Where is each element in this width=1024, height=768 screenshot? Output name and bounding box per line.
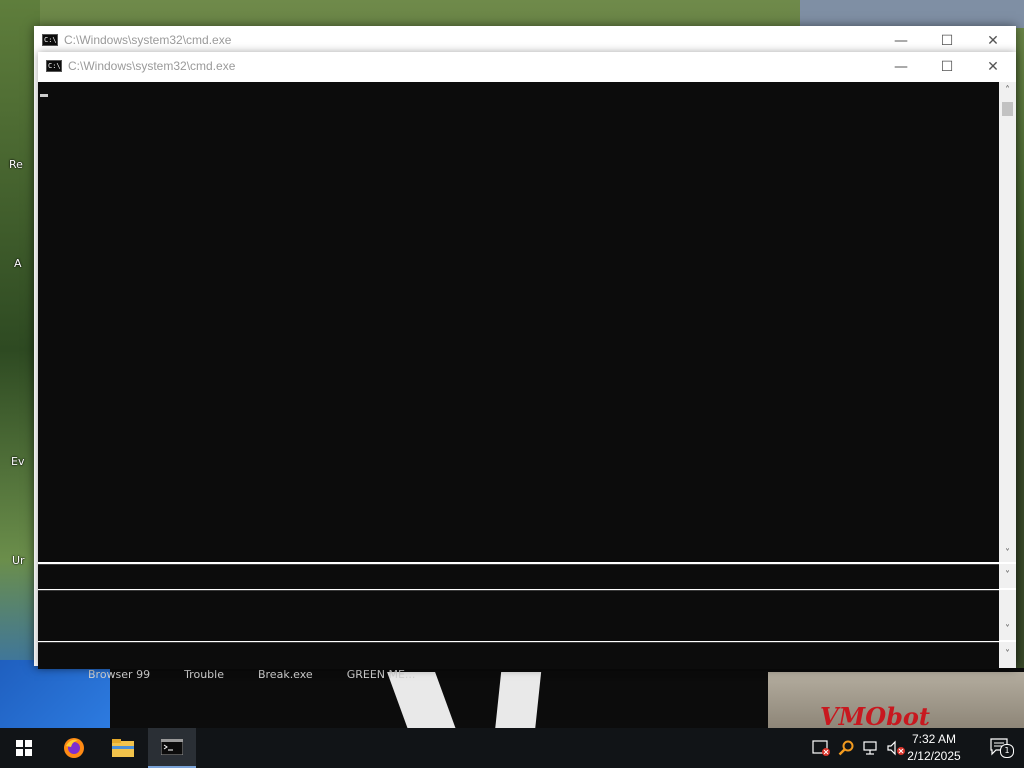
clock-time: 7:32 AM [911, 732, 957, 746]
hidden-desktop-icons: Browser 99 Trouble Break.exe GREEN ME... [88, 668, 415, 681]
scroll-down-icon[interactable]: ˅ [999, 564, 1016, 588]
desktop-icon-label[interactable]: A [14, 257, 22, 270]
scroll-down-icon[interactable]: ˅ [999, 545, 1016, 562]
scrollbar-thumb[interactable] [1002, 102, 1013, 116]
desktop-icon-label[interactable]: Ur [12, 554, 25, 567]
system-tray [812, 728, 906, 768]
network-icon[interactable] [862, 740, 878, 756]
wallpaper-stripe [494, 672, 542, 732]
wallpaper-logo-text: VMObot [820, 702, 930, 731]
console-pane[interactable] [38, 564, 999, 589]
notification-count-badge: 1 [1000, 744, 1014, 758]
firefox-icon [64, 738, 84, 758]
search-tool-icon[interactable] [838, 740, 854, 756]
scroll-up-icon[interactable]: ˄ [999, 82, 1016, 99]
security-alert-icon[interactable] [812, 740, 830, 756]
desktop-icon-label[interactable]: Trouble [184, 668, 224, 681]
title-bar[interactable]: C:\ C:\Windows\system32\cmd.exe — ☐ ✕ [38, 52, 1016, 82]
start-button[interactable] [0, 728, 48, 768]
window-title: C:\Windows\system32\cmd.exe [64, 33, 232, 47]
file-explorer-taskbar-button[interactable] [99, 728, 147, 768]
desktop-icon-label[interactable]: Ev [11, 455, 24, 468]
clock-date: 2/12/2025 [907, 749, 961, 763]
minimize-button[interactable]: — [878, 52, 924, 82]
scroll-down-icon[interactable]: ˅ [999, 590, 1016, 640]
action-center-button[interactable]: 1 [990, 738, 1014, 758]
console-pane[interactable] [38, 590, 999, 641]
scroll-down-icon[interactable]: ˅ [999, 642, 1016, 668]
desktop-icon-label[interactable]: GREEN ME... [347, 668, 416, 681]
windows-start-icon [16, 740, 32, 756]
cmd-icon: C:\ [46, 60, 62, 72]
file-explorer-icon [112, 739, 134, 757]
desktop-icon-label[interactable]: Browser 99 [88, 668, 150, 681]
cmd-icon [161, 739, 183, 755]
taskbar: 7:32 AM 2/12/2025 1 [0, 728, 1024, 768]
close-button[interactable]: ✕ [970, 52, 1016, 82]
console-output[interactable] [38, 82, 999, 562]
text-cursor [40, 94, 48, 97]
window-title: C:\Windows\system32\cmd.exe [68, 59, 236, 73]
taskbar-clock[interactable]: 7:32 AM 2/12/2025 [902, 731, 966, 765]
desktop-icon-label[interactable]: Re [9, 158, 23, 171]
cmd-icon: C:\ [42, 34, 58, 46]
desktop-icon-label[interactable]: Break.exe [258, 668, 313, 681]
vertical-scrollbar[interactable]: ˄ ˅ [999, 82, 1016, 562]
console-pane[interactable] [38, 642, 999, 669]
firefox-taskbar-button[interactable] [50, 728, 98, 768]
cmd-window-front[interactable]: C:\ C:\Windows\system32\cmd.exe — ☐ ✕ ˄ … [38, 52, 1016, 669]
cmd-taskbar-button[interactable] [148, 728, 196, 768]
maximize-button[interactable]: ☐ [924, 52, 970, 82]
wallpaper-roof [800, 0, 1024, 28]
